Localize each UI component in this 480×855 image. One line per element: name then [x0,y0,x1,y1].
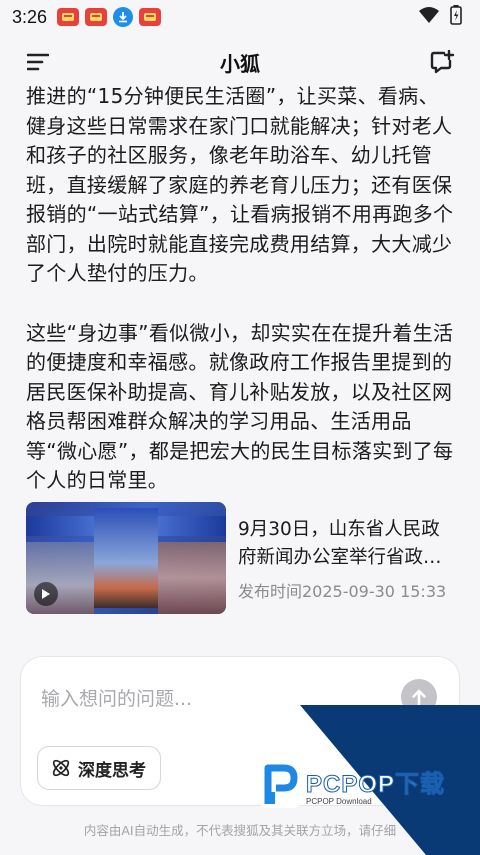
app-title: 小狐 [220,51,260,76]
news-title[interactable]: 9月30日，山东省人民政府新闻办公室举行省政府新闻发布会 [238,516,456,572]
answer-paragraph: 推进的“15分钟便民生活圈”，让买菜、看病、健身这些日常需求在家门口就能解决；针… [26,84,454,285]
news-publish-time: 发布时间2025-09-30 15:33 [238,582,447,601]
answer-paragraph: 这些“身边事”看似微小，却实实在在提升着生活的便捷度和幸福感。就像政府工作报告里… [26,320,454,493]
watermark-subtext: PCPOP Download [306,797,372,806]
watermark: PCPOP下载 PCPOP Download [258,760,445,810]
thumbnail-image-center [94,508,158,608]
video-thumbnail[interactable] [26,502,226,614]
play-icon[interactable] [34,582,58,606]
deep-think-button[interactable]: 深度思考 [37,746,161,790]
thumbnail-image-left [26,542,94,614]
battery-icon [450,5,462,29]
watermark-logo-icon [258,760,302,810]
deep-think-label: 深度思考 [78,760,146,781]
news-card[interactable]: 9月30日，山东省人民政府新闻办公室举行省政府新闻发布会 发布时间2025-09… [26,502,456,614]
atom-icon [52,759,70,777]
app-notification-icon [139,8,162,26]
watermark-text: PCPOP下载 [305,771,446,799]
status-bar: 3:26 [0,0,480,34]
app-notification-icon [57,8,80,26]
wifi-icon [418,6,440,28]
download-icon [113,7,134,27]
send-arrow-icon [412,689,426,706]
new-chat-icon[interactable] [428,48,456,76]
news-text: 9月30日，山东省人民政府新闻办公室举行省政府新闻发布会 发布时间2025-09… [226,502,456,614]
hamburger-menu-icon[interactable] [24,48,52,76]
status-time: 3:26 [12,6,48,27]
thumbnail-image-right [158,542,226,614]
app-notification-icon [85,8,108,26]
